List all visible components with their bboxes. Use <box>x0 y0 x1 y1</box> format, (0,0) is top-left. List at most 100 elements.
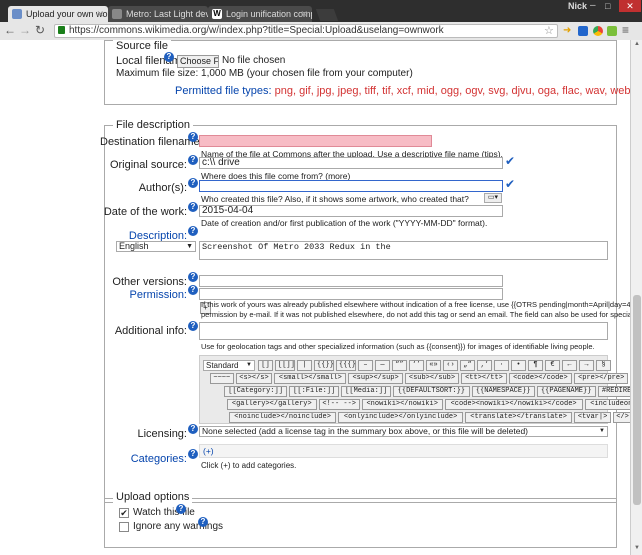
toolbar-button[interactable]: <onlyinclude></onlyinclude> <box>338 412 463 423</box>
language-select[interactable]: English ▼ <box>116 241 196 252</box>
permission-label[interactable]: Permission: <box>100 289 187 301</box>
help-icon[interactable]: ? <box>188 321 198 331</box>
help-icon[interactable]: ? <box>198 517 208 527</box>
tab-upload[interactable]: Upload your own work - V ✕ <box>8 6 108 22</box>
toolbar-button[interactable]: {{}} <box>314 360 334 371</box>
toolbar-button[interactable]: <pre></pre> <box>574 373 629 384</box>
reload-icon[interactable]: ↻ <box>35 23 45 37</box>
toolbar-button[interactable]: ‹› <box>443 360 458 371</box>
toolbar-button[interactable]: <tt></tt> <box>461 373 507 384</box>
original-source-input[interactable]: c:\\ drive <box>199 157 503 169</box>
toolbar-button[interactable]: [[Category:]] <box>224 386 288 397</box>
forward-icon[interactable]: → <box>19 23 31 37</box>
tab-metro[interactable]: Metro: Last Light dev wo ✕ <box>108 6 208 22</box>
toolbar-button[interactable]: <nowiki></nowiki> <box>361 399 443 410</box>
minimize-icon[interactable]: – <box>590 0 596 12</box>
licensing-select[interactable]: None selected (add a license tag in the … <box>199 426 608 437</box>
toolbar-button[interactable]: | <box>297 360 312 371</box>
close-tab-icon[interactable]: ✕ <box>300 6 308 22</box>
authors-input[interactable] <box>199 180 503 192</box>
url-input[interactable]: https://commons.wikimedia.org/w/index.ph… <box>54 24 558 38</box>
keyboard-icon[interactable]: ▭▾ <box>484 193 502 203</box>
toolbar-button[interactable]: „“ <box>460 360 475 371</box>
extension-green-icon[interactable] <box>607 26 617 36</box>
toolbar-button[interactable]: § <box>596 360 611 371</box>
other-versions-input[interactable] <box>199 275 503 287</box>
toolbar-button[interactable]: · <box>494 360 509 371</box>
help-icon[interactable]: ? <box>164 52 174 62</box>
vertical-scrollbar[interactable]: ▲ ▼ <box>630 40 642 555</box>
close-window-icon[interactable]: ✕ <box>619 0 641 12</box>
scroll-up-icon[interactable]: ▲ <box>634 41 640 47</box>
maximize-icon[interactable]: □ <box>605 0 610 12</box>
additional-info-textarea[interactable] <box>199 322 608 340</box>
scrollbar-thumb[interactable] <box>633 295 641 505</box>
profile-name[interactable]: Nick <box>568 0 587 12</box>
tab-login[interactable]: W Login unification compl ✕ <box>208 6 312 22</box>
toolbar-button[interactable]: <noinclude></noinclude> <box>229 412 337 423</box>
toolbar-button[interactable]: <code><nowiki></nowiki></code> <box>444 399 583 410</box>
categories-label[interactable]: Categories: <box>100 453 187 465</box>
help-icon[interactable]: ? <box>188 202 198 212</box>
toolbar-button[interactable]: ‘’ <box>409 360 424 371</box>
toolbar-button[interactable]: [[]] <box>275 360 295 371</box>
help-icon[interactable]: ? <box>188 272 198 282</box>
extension-arrow-icon[interactable]: ➜ <box>563 25 571 36</box>
toolbar-button[interactable]: • <box>511 360 526 371</box>
help-icon[interactable]: ? <box>188 226 198 236</box>
watch-file-checkbox[interactable]: ✔ <box>119 508 129 518</box>
extension-icon[interactable] <box>578 26 588 36</box>
close-tab-icon[interactable]: ✕ <box>196 6 204 22</box>
toolbar-button[interactable]: {{PAGENAME}} <box>536 386 596 397</box>
date-of-work-input[interactable]: 2015-04-04 <box>199 205 503 217</box>
toolbar-button[interactable]: <includeonly></includeonly> <box>584 399 630 410</box>
toolbar-button[interactable]: <gallery></gallery> <box>227 399 317 410</box>
back-icon[interactable]: ← <box>4 23 16 37</box>
toolbar-button[interactable]: </> <box>613 412 630 423</box>
toolbar-button[interactable]: {{{}}} <box>336 360 356 371</box>
toolbar-button[interactable]: ‚‘ <box>477 360 492 371</box>
menu-icon[interactable]: ≡ <box>622 24 629 36</box>
toolbar-button[interactable]: <s></s> <box>235 373 273 384</box>
new-tab-button[interactable] <box>315 9 339 21</box>
toolbar-button[interactable]: — <box>375 360 390 371</box>
toolbar-button[interactable]: {{DEFAULTSORT:}} <box>393 386 470 397</box>
toolbar-button[interactable]: [[:File:]] <box>289 386 340 397</box>
help-icon[interactable]: ? <box>188 132 198 142</box>
toolbar-button[interactable]: [[Media:]] <box>341 386 392 397</box>
toolbar-button[interactable]: ~~~~ <box>210 373 234 384</box>
help-icon[interactable]: ? <box>188 424 198 434</box>
ignore-warnings-checkbox[interactable] <box>119 522 129 532</box>
add-category-button[interactable]: (+) <box>203 446 214 456</box>
toolbar-button[interactable]: #REDIRECT[[]] <box>597 386 630 397</box>
toolbar-button[interactable]: ¶ <box>528 360 543 371</box>
toolbar-button[interactable]: <sup></sup> <box>348 373 403 384</box>
toolbar-button[interactable]: <sub></sub> <box>404 373 460 384</box>
toolbar-button[interactable]: <small></small> <box>274 373 347 384</box>
toolbar-button[interactable]: <tvar|> <box>574 412 611 423</box>
toolbar-button[interactable]: → <box>579 360 594 371</box>
toolbar-button[interactable]: € <box>545 360 560 371</box>
destination-filename-input[interactable] <box>199 135 432 147</box>
help-icon[interactable]: ? <box>188 285 198 295</box>
toolbar-button[interactable]: «» <box>426 360 441 371</box>
help-icon[interactable]: ? <box>188 178 198 188</box>
toolbar-button[interactable]: [] <box>258 360 273 371</box>
toolbar-button[interactable]: {{NAMESPACE}} <box>471 386 535 397</box>
toolbar-button[interactable]: ← <box>562 360 577 371</box>
help-icon[interactable]: ? <box>188 449 198 459</box>
permission-input[interactable] <box>199 288 503 300</box>
toolbar-button[interactable]: <!-- --> <box>318 399 360 410</box>
help-icon[interactable]: ? <box>176 504 186 514</box>
toolbar-button[interactable]: <translate></translate> <box>465 412 573 423</box>
choose-file-button[interactable]: Choose File <box>177 55 219 68</box>
chrome-extension-icon[interactable] <box>593 26 603 36</box>
scroll-down-icon[interactable]: ▼ <box>634 545 640 551</box>
toolbar-button[interactable]: <code></code> <box>508 373 572 384</box>
toolbar-charset-select[interactable]: Standard ▼ <box>203 360 255 371</box>
description-textarea[interactable]: Screenshot Of Metro 2033 Redux in the <box>199 241 608 260</box>
close-tab-icon[interactable]: ✕ <box>96 6 104 22</box>
toolbar-button[interactable]: – <box>358 360 373 371</box>
toolbar-button[interactable]: “” <box>392 360 407 371</box>
permitted-file-types-link[interactable]: Permitted file types: <box>175 85 272 97</box>
